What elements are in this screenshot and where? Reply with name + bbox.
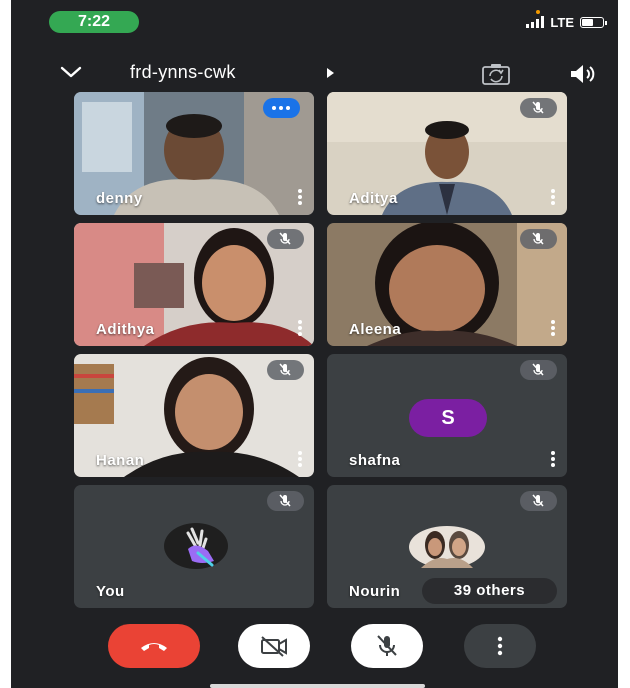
- mic-off-badge: [520, 98, 557, 118]
- participant-name: Nourin: [349, 583, 401, 600]
- more-vert-icon[interactable]: [551, 320, 555, 336]
- participant-tile[interactable]: Aditya: [327, 92, 567, 215]
- mic-off-icon: [377, 635, 397, 656]
- participant-tile[interactable]: Adithya: [74, 223, 314, 346]
- more-vert-icon[interactable]: [298, 320, 302, 336]
- participant-tile-self[interactable]: You: [74, 485, 314, 608]
- hand-avatar: [164, 523, 228, 569]
- more-vert-icon[interactable]: [551, 189, 555, 205]
- status-time: 7:22: [49, 11, 139, 33]
- more-vert-icon[interactable]: [298, 451, 302, 467]
- speaker-icon[interactable]: [567, 62, 599, 86]
- status-indicators: LTE: [526, 10, 607, 32]
- participant-tile[interactable]: denny: [74, 92, 314, 215]
- more-vert-icon[interactable]: [298, 189, 302, 205]
- avatar: S: [409, 399, 487, 437]
- participant-name: Hanan: [96, 452, 145, 469]
- meeting-code[interactable]: frd-ynns-cwk: [130, 62, 236, 83]
- mic-off-badge: [267, 229, 304, 249]
- participant-name: You: [96, 583, 125, 600]
- phone-hangup-icon: [141, 643, 167, 651]
- participant-tile[interactable]: Hanan: [74, 354, 314, 477]
- more-vert-icon[interactable]: [551, 451, 555, 467]
- participant-name: Aleena: [349, 321, 402, 338]
- mic-toggle-button[interactable]: [351, 624, 423, 668]
- network-label: LTE: [550, 14, 574, 30]
- video-off-icon: [261, 636, 287, 657]
- participant-name: Aditya: [349, 190, 398, 207]
- mic-off-badge: [520, 229, 557, 249]
- mic-off-badge: [267, 491, 304, 511]
- profile-photo: [409, 526, 485, 568]
- participant-name: denny: [96, 190, 143, 207]
- participant-name: Adithya: [96, 321, 155, 338]
- home-indicator: [210, 684, 425, 688]
- more-vert-icon: [497, 636, 503, 656]
- mic-off-badge: [267, 360, 304, 380]
- camera-toggle-button[interactable]: [238, 624, 310, 668]
- chevron-down-icon[interactable]: [59, 64, 83, 80]
- mic-off-badge: [520, 491, 557, 511]
- participant-tile[interactable]: S shafna: [327, 354, 567, 477]
- signal-icon: [526, 10, 545, 28]
- meet-screen: 7:22 LTE frd-ynns-cwk denny Aditya Adith…: [11, 0, 618, 688]
- end-call-button[interactable]: [108, 624, 200, 668]
- play-arrow-icon[interactable]: [327, 68, 334, 78]
- participant-tile[interactable]: Aleena: [327, 223, 567, 346]
- more-options-badge[interactable]: [263, 98, 300, 118]
- camera-switch-icon[interactable]: [481, 62, 511, 86]
- participant-name: shafna: [349, 452, 401, 469]
- battery-icon: [580, 16, 607, 28]
- mic-off-badge: [520, 360, 557, 380]
- more-options-button[interactable]: [464, 624, 536, 668]
- others-count-pill[interactable]: 39 others: [422, 578, 557, 604]
